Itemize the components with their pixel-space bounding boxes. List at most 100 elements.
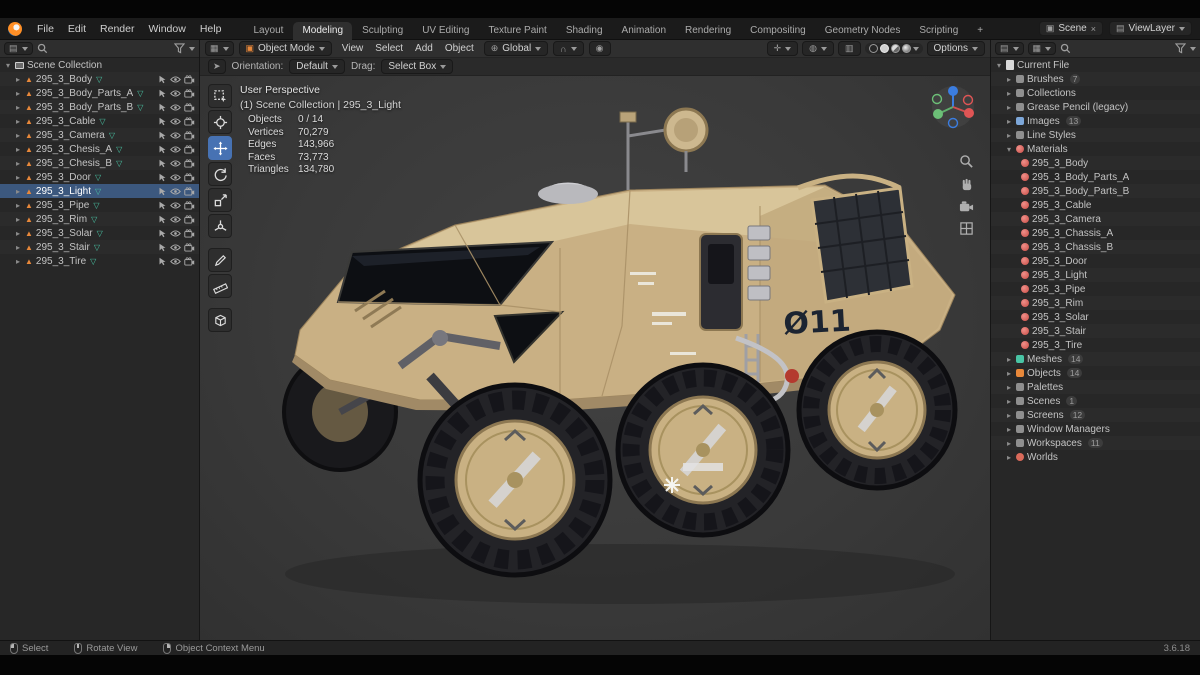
material-row[interactable]: 295_3_Camera — [991, 212, 1200, 226]
outliner-object-row[interactable]: ▸ ▲ 295_3_Chesis_B ▽ — [0, 156, 199, 170]
measure-tool[interactable] — [208, 274, 232, 298]
show-gizmo-button[interactable]: ✛ — [766, 41, 799, 56]
workspace-tab[interactable]: Scripting — [910, 22, 967, 40]
expand-arrow-icon[interactable]: ▸ — [1005, 397, 1013, 406]
workspace-tab[interactable]: Sculpting — [353, 22, 412, 40]
outliner-object-row[interactable]: ▸ ▲ 295_3_Camera ▽ — [0, 128, 199, 142]
outliner-object-row[interactable]: ▸ ▲ 295_3_Stair ▽ — [0, 240, 199, 254]
rotate-tool[interactable] — [208, 162, 232, 186]
xray-button[interactable]: ▥ — [838, 41, 861, 56]
workspace-tab[interactable]: Shading — [557, 22, 612, 40]
workspace-tab[interactable]: Layout — [244, 22, 292, 40]
datablock-section-row[interactable]: ▸ Window Managers — [991, 422, 1200, 436]
materials-section-row[interactable]: ▾ Materials — [991, 142, 1200, 156]
render-camera-icon[interactable] — [184, 130, 195, 140]
move-tool[interactable] — [208, 136, 232, 160]
outliner-object-row[interactable]: ▸ ▲ 295_3_Cable ▽ — [0, 114, 199, 128]
render-camera-icon[interactable] — [184, 172, 195, 182]
expand-arrow-icon[interactable]: ▸ — [14, 131, 22, 140]
display-mode-dropdown[interactable]: ▦ — [1027, 42, 1057, 55]
workspace-tab[interactable]: Animation — [613, 22, 675, 40]
expand-arrow-icon[interactable]: ▸ — [1005, 383, 1013, 392]
datablock-section-row[interactable]: ▸ Screens 12 — [991, 408, 1200, 422]
viewport-menu-item[interactable]: View — [337, 42, 369, 55]
filter-icon[interactable] — [174, 43, 185, 54]
viewlayer-selector[interactable]: ▤ ViewLayer — [1108, 21, 1192, 36]
outliner-object-row[interactable]: ▸ ▲ 295_3_Body ▽ — [0, 72, 199, 86]
expand-arrow-icon[interactable]: ▸ — [1005, 425, 1013, 434]
transform-tool[interactable] — [208, 214, 232, 238]
select-box-tool[interactable] — [208, 84, 232, 108]
scale-tool[interactable] — [208, 188, 232, 212]
expand-arrow-icon[interactable]: ▸ — [1005, 131, 1013, 140]
render-camera-icon[interactable] — [184, 242, 195, 252]
selectable-icon[interactable] — [158, 229, 167, 238]
hide-eye-icon[interactable] — [170, 257, 181, 266]
selectable-icon[interactable] — [158, 117, 167, 126]
material-shading-icon[interactable] — [890, 44, 900, 53]
search-icon[interactable] — [37, 43, 48, 54]
hide-eye-icon[interactable] — [170, 103, 181, 112]
selectable-icon[interactable] — [158, 145, 167, 154]
rendered-shading-icon[interactable] — [901, 44, 911, 53]
topbar-menu-item[interactable]: Help — [193, 21, 229, 37]
selectable-icon[interactable] — [158, 75, 167, 84]
viewport-menu-item[interactable]: Add — [410, 42, 438, 55]
selectable-icon[interactable] — [158, 131, 167, 140]
outliner-object-row[interactable]: ▸ ▲ 295_3_Body_Parts_A ▽ — [0, 86, 199, 100]
outliner-object-row[interactable]: ▸ ▲ 295_3_Tire ▽ — [0, 254, 199, 268]
datablock-section-row[interactable]: ▸ Collections — [991, 86, 1200, 100]
expand-arrow-icon[interactable]: ▸ — [14, 145, 22, 154]
render-camera-icon[interactable] — [184, 88, 195, 98]
material-row[interactable]: 295_3_Stair — [991, 324, 1200, 338]
annotate-tool[interactable] — [208, 248, 232, 272]
viewport-menu-item[interactable]: Object — [440, 42, 479, 55]
material-row[interactable]: 295_3_Door — [991, 254, 1200, 268]
expand-arrow-icon[interactable]: ▸ — [14, 75, 22, 84]
expand-arrow-icon[interactable]: ▸ — [1005, 439, 1013, 448]
outliner-object-row[interactable]: ▸ ▲ 295_3_Rim ▽ — [0, 212, 199, 226]
hide-eye-icon[interactable] — [170, 243, 181, 252]
datablock-section-row[interactable]: ▸ Grease Pencil (legacy) — [991, 100, 1200, 114]
topbar-menu-item[interactable]: Edit — [61, 21, 93, 37]
hide-eye-icon[interactable] — [170, 187, 181, 196]
expand-arrow-icon[interactable]: ▸ — [14, 159, 22, 168]
selectable-icon[interactable] — [158, 187, 167, 196]
outliner-object-row[interactable]: ▸ ▲ 295_3_Light ▽ — [0, 184, 199, 198]
overlays-button[interactable]: ◍ — [802, 41, 835, 56]
workspace-tab[interactable]: Compositing — [741, 22, 815, 40]
expand-arrow-icon[interactable]: ▸ — [14, 187, 22, 196]
workspace-tab[interactable]: + — [968, 22, 992, 40]
blender-logo-icon[interactable] — [8, 21, 22, 36]
expand-arrow-icon[interactable]: ▸ — [1005, 75, 1013, 84]
navigation-gizmo[interactable] — [930, 84, 976, 130]
workspace-tab[interactable]: Geometry Nodes — [816, 22, 910, 40]
render-camera-icon[interactable] — [184, 102, 195, 112]
expand-arrow-icon[interactable]: ▸ — [1005, 369, 1013, 378]
topbar-menu-item[interactable]: Render — [93, 21, 141, 37]
expand-arrow-icon[interactable]: ▸ — [14, 257, 22, 266]
selectable-icon[interactable] — [158, 243, 167, 252]
selectable-icon[interactable] — [158, 89, 167, 98]
transform-orientation-dropdown[interactable]: ⊕ Global — [483, 41, 549, 56]
hide-eye-icon[interactable] — [170, 131, 181, 140]
hide-eye-icon[interactable] — [170, 145, 181, 154]
render-camera-icon[interactable] — [184, 214, 195, 224]
ortho-grid-icon[interactable] — [959, 221, 974, 236]
render-camera-icon[interactable] — [184, 256, 195, 266]
material-row[interactable]: 295_3_Cable — [991, 198, 1200, 212]
viewport-canvas[interactable]: Ø11 User Perspective (1) Scene Collectio… — [200, 76, 990, 640]
workspace-tab[interactable]: UV Editing — [413, 22, 478, 40]
render-camera-icon[interactable] — [184, 74, 195, 84]
material-row[interactable]: 295_3_Body_Parts_B — [991, 184, 1200, 198]
expand-arrow-icon[interactable]: ▸ — [14, 89, 22, 98]
datablock-section-row[interactable]: ▸ Scenes 1 — [991, 394, 1200, 408]
current-file-row[interactable]: ▾ Current File — [991, 58, 1200, 72]
topbar-menu-item[interactable]: File — [30, 21, 61, 37]
orientation-value-dropdown[interactable]: Default — [289, 59, 345, 74]
topbar-menu-item[interactable]: Window — [141, 21, 192, 37]
solid-shading-icon[interactable] — [879, 44, 889, 53]
material-row[interactable]: 295_3_Tire — [991, 338, 1200, 352]
zoom-icon[interactable] — [959, 154, 974, 169]
outliner-object-row[interactable]: ▸ ▲ 295_3_Solar ▽ — [0, 226, 199, 240]
